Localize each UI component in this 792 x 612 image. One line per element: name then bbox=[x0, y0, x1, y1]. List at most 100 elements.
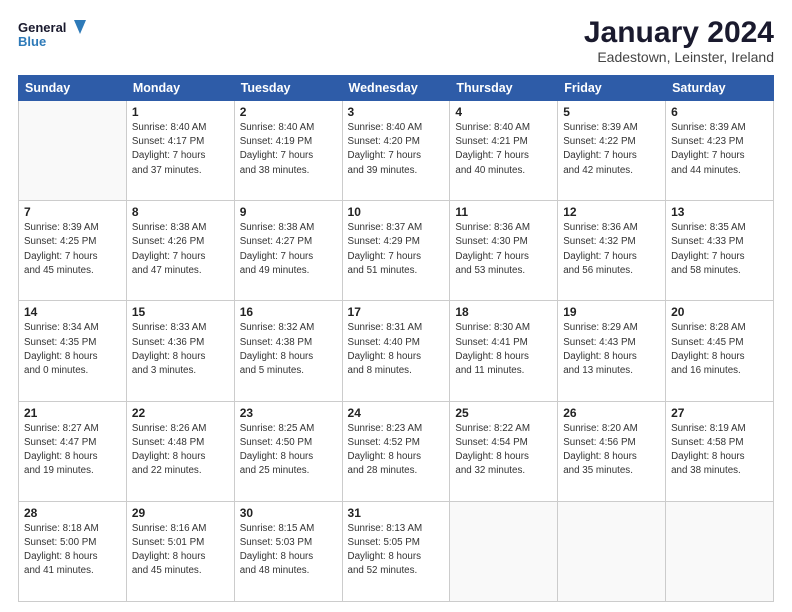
day-cell: 8 Sunrise: 8:38 AM Sunset: 4:26 PM Daylig… bbox=[126, 201, 234, 301]
day-number: 29 bbox=[132, 506, 229, 520]
day-cell bbox=[558, 501, 666, 601]
week-row-3: 14 Sunrise: 8:34 AM Sunset: 4:35 PM Dayli… bbox=[19, 301, 774, 401]
day-info: Sunrise: 8:36 AM Sunset: 4:30 PM Dayligh… bbox=[455, 221, 552, 278]
day-info: Sunrise: 8:18 AM Sunset: 5:00 PM Dayligh… bbox=[24, 522, 121, 579]
day-cell: 24 Sunrise: 8:23 AM Sunset: 4:52 PM Dayli… bbox=[342, 401, 450, 501]
month-year-title: January 2024 bbox=[584, 16, 774, 49]
day-cell: 21Sunrise: 8:27 AM Sunset: 4:47 PM Dayli… bbox=[19, 401, 127, 501]
day-cell bbox=[450, 501, 558, 601]
title-block: January 2024 Eadestown, Leinster, Irelan… bbox=[584, 16, 774, 65]
day-info: Sunrise: 8:22 AM Sunset: 4:54 PM Dayligh… bbox=[455, 422, 552, 479]
day-number: 20 bbox=[671, 305, 768, 319]
day-cell: 20 Sunrise: 8:28 AM Sunset: 4:45 PM Dayli… bbox=[666, 301, 774, 401]
day-number: 1 bbox=[132, 105, 229, 119]
day-number: 14 bbox=[24, 305, 121, 319]
day-cell: 23Sunrise: 8:25 AM Sunset: 4:50 PM Dayli… bbox=[234, 401, 342, 501]
day-cell: 10 Sunrise: 8:37 AM Sunset: 4:29 PM Dayli… bbox=[342, 201, 450, 301]
col-tuesday: Tuesday bbox=[234, 76, 342, 101]
day-number: 26 bbox=[563, 406, 660, 420]
day-number: 7 bbox=[24, 205, 121, 219]
day-cell: 31 Sunrise: 8:13 AM Sunset: 5:05 PM Dayli… bbox=[342, 501, 450, 601]
day-info: Sunrise: 8:23 AM Sunset: 4:52 PM Dayligh… bbox=[348, 422, 445, 479]
day-number: 3 bbox=[348, 105, 445, 119]
day-info: Sunrise: 8:26 AM Sunset: 4:48 PM Dayligh… bbox=[132, 422, 229, 479]
svg-text:General: General bbox=[18, 20, 66, 35]
calendar-table: Sunday Monday Tuesday Wednesday Thursday… bbox=[18, 75, 774, 602]
day-info: Sunrise: 8:16 AM Sunset: 5:01 PM Dayligh… bbox=[132, 522, 229, 579]
day-number: 4 bbox=[455, 105, 552, 119]
day-number: 9 bbox=[240, 205, 337, 219]
day-number: 31 bbox=[348, 506, 445, 520]
day-number: 25 bbox=[455, 406, 552, 420]
day-number: 2 bbox=[240, 105, 337, 119]
col-wednesday: Wednesday bbox=[342, 76, 450, 101]
location-subtitle: Eadestown, Leinster, Ireland bbox=[584, 49, 774, 65]
day-number: 21 bbox=[24, 406, 121, 420]
day-cell bbox=[19, 101, 127, 201]
day-info: Sunrise: 8:39 AM Sunset: 4:25 PM Dayligh… bbox=[24, 221, 121, 278]
day-info: Sunrise: 8:35 AM Sunset: 4:33 PM Dayligh… bbox=[671, 221, 768, 278]
day-number: 23 bbox=[240, 406, 337, 420]
day-cell: 17Sunrise: 8:31 AM Sunset: 4:40 PM Dayli… bbox=[342, 301, 450, 401]
day-info: Sunrise: 8:28 AM Sunset: 4:45 PM Dayligh… bbox=[671, 321, 768, 378]
day-info: Sunrise: 8:37 AM Sunset: 4:29 PM Dayligh… bbox=[348, 221, 445, 278]
day-info: Sunrise: 8:33 AM Sunset: 4:36 PM Dayligh… bbox=[132, 321, 229, 378]
day-info: Sunrise: 8:29 AM Sunset: 4:43 PM Dayligh… bbox=[563, 321, 660, 378]
week-row-5: 28 Sunrise: 8:18 AM Sunset: 5:00 PM Dayli… bbox=[19, 501, 774, 601]
day-number: 28 bbox=[24, 506, 121, 520]
day-cell: 13Sunrise: 8:35 AM Sunset: 4:33 PM Dayli… bbox=[666, 201, 774, 301]
day-info: Sunrise: 8:40 AM Sunset: 4:17 PM Dayligh… bbox=[132, 121, 229, 178]
day-cell: 9Sunrise: 8:38 AM Sunset: 4:27 PM Daylig… bbox=[234, 201, 342, 301]
day-number: 8 bbox=[132, 205, 229, 219]
day-number: 24 bbox=[348, 406, 445, 420]
day-info: Sunrise: 8:15 AM Sunset: 5:03 PM Dayligh… bbox=[240, 522, 337, 579]
page: General Blue January 2024 Eadestown, Lei… bbox=[0, 0, 792, 612]
col-sunday: Sunday bbox=[19, 76, 127, 101]
day-info: Sunrise: 8:34 AM Sunset: 4:35 PM Dayligh… bbox=[24, 321, 121, 378]
day-cell: 22Sunrise: 8:26 AM Sunset: 4:48 PM Dayli… bbox=[126, 401, 234, 501]
col-monday: Monday bbox=[126, 76, 234, 101]
day-cell: 6Sunrise: 8:39 AM Sunset: 4:23 PM Daylig… bbox=[666, 101, 774, 201]
logo: General Blue bbox=[18, 16, 88, 60]
day-cell: 15 Sunrise: 8:33 AM Sunset: 4:36 PM Dayli… bbox=[126, 301, 234, 401]
day-cell: 12Sunrise: 8:36 AM Sunset: 4:32 PM Dayli… bbox=[558, 201, 666, 301]
week-row-4: 21Sunrise: 8:27 AM Sunset: 4:47 PM Dayli… bbox=[19, 401, 774, 501]
day-cell: 18Sunrise: 8:30 AM Sunset: 4:41 PM Dayli… bbox=[450, 301, 558, 401]
day-number: 16 bbox=[240, 305, 337, 319]
day-cell: 30 Sunrise: 8:15 AM Sunset: 5:03 PM Dayli… bbox=[234, 501, 342, 601]
col-saturday: Saturday bbox=[666, 76, 774, 101]
day-number: 18 bbox=[455, 305, 552, 319]
day-info: Sunrise: 8:19 AM Sunset: 4:58 PM Dayligh… bbox=[671, 422, 768, 479]
day-info: Sunrise: 8:31 AM Sunset: 4:40 PM Dayligh… bbox=[348, 321, 445, 378]
day-number: 27 bbox=[671, 406, 768, 420]
day-cell: 29 Sunrise: 8:16 AM Sunset: 5:01 PM Dayli… bbox=[126, 501, 234, 601]
day-info: Sunrise: 8:32 AM Sunset: 4:38 PM Dayligh… bbox=[240, 321, 337, 378]
col-thursday: Thursday bbox=[450, 76, 558, 101]
day-cell: 27 Sunrise: 8:19 AM Sunset: 4:58 PM Dayli… bbox=[666, 401, 774, 501]
day-number: 15 bbox=[132, 305, 229, 319]
day-cell: 26 Sunrise: 8:20 AM Sunset: 4:56 PM Dayli… bbox=[558, 401, 666, 501]
day-number: 30 bbox=[240, 506, 337, 520]
day-info: Sunrise: 8:20 AM Sunset: 4:56 PM Dayligh… bbox=[563, 422, 660, 479]
day-info: Sunrise: 8:40 AM Sunset: 4:21 PM Dayligh… bbox=[455, 121, 552, 178]
day-info: Sunrise: 8:13 AM Sunset: 5:05 PM Dayligh… bbox=[348, 522, 445, 579]
week-row-1: 1 Sunrise: 8:40 AM Sunset: 4:17 PM Daylig… bbox=[19, 101, 774, 201]
svg-text:Blue: Blue bbox=[18, 34, 46, 49]
day-cell bbox=[666, 501, 774, 601]
day-info: Sunrise: 8:38 AM Sunset: 4:26 PM Dayligh… bbox=[132, 221, 229, 278]
day-number: 11 bbox=[455, 205, 552, 219]
day-cell: 14 Sunrise: 8:34 AM Sunset: 4:35 PM Dayli… bbox=[19, 301, 127, 401]
logo-svg: General Blue bbox=[18, 16, 88, 60]
day-number: 6 bbox=[671, 105, 768, 119]
week-row-2: 7 Sunrise: 8:39 AM Sunset: 4:25 PM Daylig… bbox=[19, 201, 774, 301]
day-cell: 4 Sunrise: 8:40 AM Sunset: 4:21 PM Daylig… bbox=[450, 101, 558, 201]
day-number: 10 bbox=[348, 205, 445, 219]
day-info: Sunrise: 8:39 AM Sunset: 4:22 PM Dayligh… bbox=[563, 121, 660, 178]
day-number: 19 bbox=[563, 305, 660, 319]
day-cell: 5 Sunrise: 8:39 AM Sunset: 4:22 PM Daylig… bbox=[558, 101, 666, 201]
day-cell: 28 Sunrise: 8:18 AM Sunset: 5:00 PM Dayli… bbox=[19, 501, 127, 601]
day-number: 5 bbox=[563, 105, 660, 119]
day-cell: 16 Sunrise: 8:32 AM Sunset: 4:38 PM Dayli… bbox=[234, 301, 342, 401]
header: General Blue January 2024 Eadestown, Lei… bbox=[18, 16, 774, 65]
day-number: 12 bbox=[563, 205, 660, 219]
